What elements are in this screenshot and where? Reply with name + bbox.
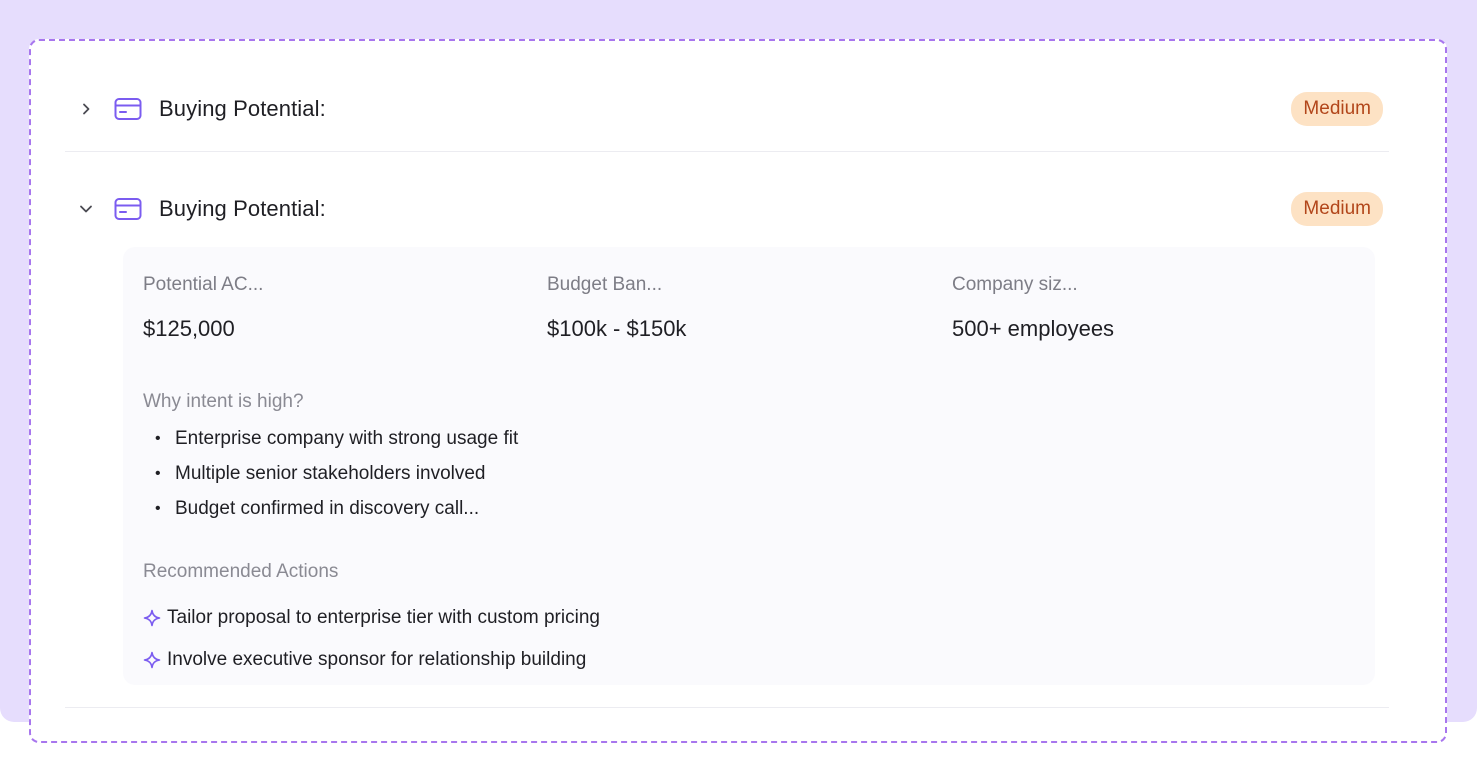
recommended-action[interactable]: Tailor proposal to enterprise tier with … [143, 597, 600, 639]
metric-value: $125,000 [143, 316, 235, 341]
list-item-text: Multiple senior stakeholders involved [175, 463, 486, 484]
metric-value: 500+ employees [952, 316, 1115, 341]
section-header-expanded[interactable]: Buying Potential: Medium [65, 179, 1389, 239]
list-item-text: Budget confirmed in discovery call... [175, 498, 480, 519]
section-title: Buying Potential: [159, 96, 326, 121]
status-badge: Medium [1291, 92, 1383, 126]
list-item: • Multiple senior stakeholders involved [155, 462, 518, 497]
metric-label: Company siz... [952, 274, 1078, 295]
action-text: Tailor proposal to enterprise tier with … [167, 607, 600, 628]
status-badge: Medium [1291, 192, 1383, 226]
list-item-text: Enterprise company with strong usage fit [175, 428, 519, 449]
actions-heading: Recommended Actions [143, 561, 339, 582]
recommended-actions-list: Tailor proposal to enterprise tier with … [143, 597, 600, 681]
metric-company-size: Company siz... 500+ employees [952, 273, 1114, 343]
section-divider [65, 151, 1389, 152]
section-header-collapsed[interactable]: Buying Potential: Medium [65, 79, 1389, 139]
recommended-action[interactable]: Involve executive sponsor for relationsh… [143, 639, 600, 681]
bullet-icon: • [155, 465, 161, 482]
section-divider [65, 707, 1389, 708]
bullet-icon: • [155, 500, 161, 517]
chevron-right-icon[interactable] [67, 90, 105, 128]
list-item: • Budget confirmed in discovery call... [155, 497, 518, 532]
sparkle-icon [143, 651, 161, 669]
metric-value: $100k - $150k [547, 316, 687, 341]
metric-potential-acv: Potential AC... $125,000 [143, 273, 263, 343]
metric-budget-band: Budget Ban... $100k - $150k [547, 273, 686, 343]
chevron-down-icon[interactable] [67, 190, 105, 228]
buying-potential-details: Potential AC... $125,000 Budget Ban... $… [123, 247, 1375, 685]
credit-card-icon [113, 194, 143, 224]
section-title: Buying Potential: [159, 196, 326, 221]
list-item: • Enterprise company with strong usage f… [155, 427, 518, 462]
sparkle-icon [143, 609, 161, 627]
metric-label: Budget Ban... [547, 274, 663, 295]
bullet-icon: • [155, 430, 161, 447]
intent-heading: Why intent is high? [143, 391, 304, 412]
metric-label: Potential AC... [143, 274, 264, 295]
intent-reasons-list: • Enterprise company with strong usage f… [155, 427, 518, 532]
action-text: Involve executive sponsor for relationsh… [167, 649, 587, 670]
credit-card-icon [113, 94, 143, 124]
buying-potential-panel: Buying Potential: Medium Buying Potentia… [29, 39, 1447, 743]
